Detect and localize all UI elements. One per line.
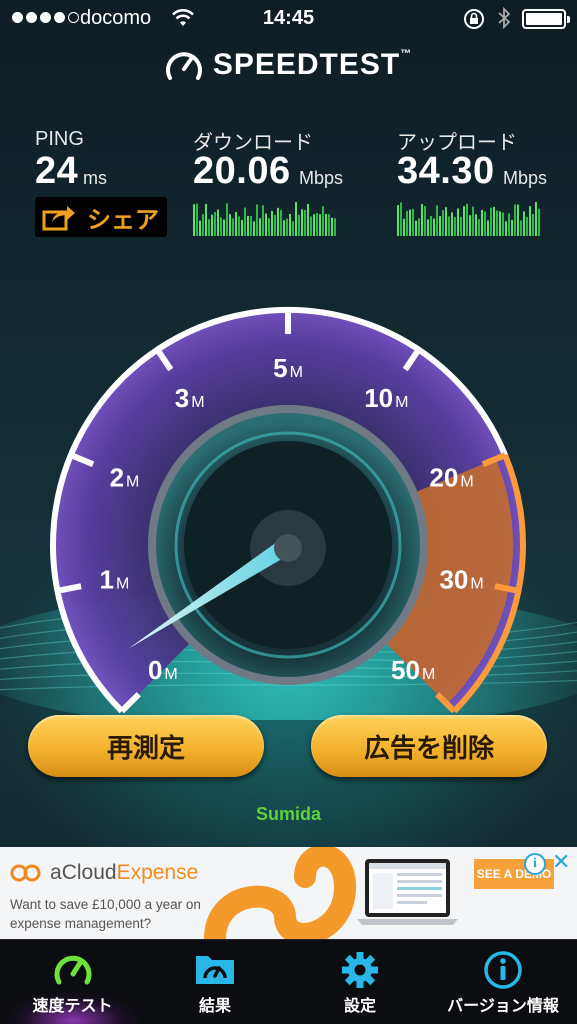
info-icon xyxy=(484,951,522,989)
tab-settings[interactable]: 設定 xyxy=(295,940,425,1024)
tab-results[interactable]: 結果 xyxy=(150,940,280,1024)
ad-copy: Want to save £10,000 a year on expense m… xyxy=(10,897,201,931)
tab-label: 設定 xyxy=(343,996,376,1015)
folder-gauge-icon xyxy=(196,956,234,984)
orientation-lock-icon xyxy=(464,9,484,29)
share-icon xyxy=(42,206,75,231)
battery-icon xyxy=(522,9,570,29)
ad-banner[interactable]: aCloudExpense Want to save £10,000 a yea… xyxy=(0,847,577,939)
ad-brand: aCloudExpense xyxy=(10,861,198,885)
server-name[interactable]: Sumida xyxy=(0,804,577,825)
download-value: 20.06 xyxy=(193,150,291,192)
app-title: SPEEDTEST™ xyxy=(212,48,413,81)
tab-speed-test[interactable]: 速度テスト xyxy=(5,940,140,1024)
bluetooth-icon xyxy=(498,6,511,30)
share-button[interactable]: シェア xyxy=(35,197,167,237)
tab-about[interactable]: バージョン情報 xyxy=(432,940,574,1024)
retest-button[interactable]: 再測定 xyxy=(28,715,264,777)
ad-logo-icon xyxy=(10,864,41,882)
speed-gauge: 0 M1 M2 M3 M5 M10 M20 M30 M50 M xyxy=(0,307,577,720)
ad-decoration xyxy=(204,847,357,939)
ping-value: 24 xyxy=(35,150,79,192)
clock: 14:45 xyxy=(262,7,315,29)
gear-icon xyxy=(342,952,378,988)
tab-label: バージョン情報 xyxy=(447,996,559,1015)
ping-unit: ms xyxy=(83,168,107,188)
status-bar: docomo 14:45 xyxy=(0,0,577,38)
ad-close-icon[interactable]: ✕ xyxy=(552,849,570,875)
ping-label: PING xyxy=(35,128,84,150)
upload-graph xyxy=(397,202,540,236)
speedtest-app: docomo 14:45 SPEEDTEST™ PING 24 ms ダウンロー… xyxy=(0,0,577,1024)
download-graph xyxy=(193,202,336,236)
upload-value: 34.30 xyxy=(397,150,495,192)
tab-label: 速度テスト xyxy=(32,996,113,1015)
tab-label: 結果 xyxy=(198,996,231,1015)
speedometer-logo-icon xyxy=(165,52,202,80)
download-unit: Mbps xyxy=(299,168,344,188)
remove-ads-button[interactable]: 広告を削除 xyxy=(311,715,547,777)
app-logo: SPEEDTEST™ xyxy=(0,48,577,82)
laptop-image xyxy=(357,859,458,925)
share-label: シェア xyxy=(87,205,159,234)
speedometer-icon xyxy=(54,955,91,985)
tab-bar: 速度テスト 結果 設定 バージョン情報 xyxy=(0,939,577,1024)
upload-unit: Mbps xyxy=(503,168,548,188)
ad-info-icon[interactable]: i xyxy=(524,853,546,875)
